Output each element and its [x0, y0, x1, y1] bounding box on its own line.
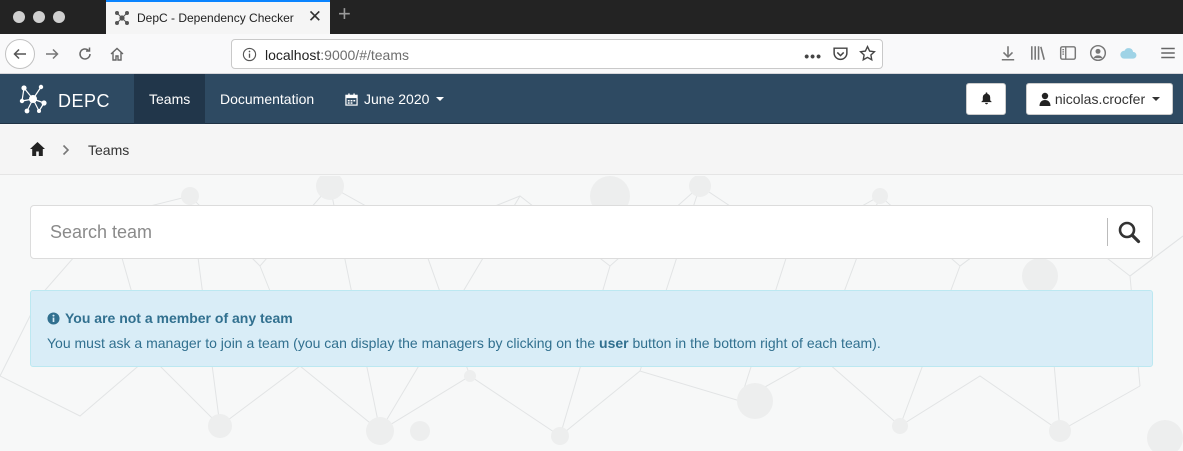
- breadcrumb: Teams: [0, 125, 1183, 175]
- main-content: You are not a member of any team You mus…: [0, 176, 1183, 451]
- browser-tab-strip: DepC - Dependency Checker ✕ +: [0, 0, 1183, 34]
- depc-logo-icon: [18, 83, 48, 120]
- nav-item-label: Documentation: [220, 91, 315, 107]
- window-minimize-dot[interactable]: [33, 11, 45, 23]
- alert-body-bold: user: [599, 335, 629, 351]
- date-label: June 2020: [364, 91, 430, 107]
- brand-name: DEPC: [58, 91, 111, 111]
- download-icon[interactable]: [999, 44, 1017, 67]
- close-icon[interactable]: ✕: [308, 8, 322, 25]
- home-icon[interactable]: [29, 141, 46, 162]
- home-icon[interactable]: [103, 40, 131, 68]
- alert-title-text: You are not a member of any team: [65, 310, 293, 326]
- search-divider: [1107, 218, 1108, 246]
- tab-title: DepC - Dependency Checker: [137, 11, 294, 25]
- chevron-down-icon: [436, 97, 445, 101]
- user-icon: [1039, 92, 1051, 106]
- url-actions: •••: [804, 44, 876, 67]
- sidebar-icon[interactable]: [1059, 44, 1077, 67]
- date-dropdown[interactable]: June 2020: [330, 74, 459, 124]
- browser-right-tools: [999, 44, 1177, 67]
- window-zoom-dot[interactable]: [53, 11, 65, 23]
- calendar-icon: [345, 92, 358, 106]
- app-navbar: DEPC Teams Documentation June 2020 nicol…: [0, 74, 1183, 124]
- plus-icon[interactable]: +: [338, 3, 351, 25]
- pocket-icon[interactable]: [832, 45, 849, 67]
- user-name: nicolas.crocfer: [1054, 91, 1146, 107]
- star-icon[interactable]: [859, 44, 876, 67]
- menu-icon[interactable]: [1159, 44, 1177, 67]
- alert-body-text: You must ask a manager to join a team (y…: [47, 335, 600, 351]
- nav-item-teams[interactable]: Teams: [134, 74, 205, 124]
- nav-item-documentation[interactable]: Documentation: [205, 74, 329, 124]
- info-circle-icon: [47, 311, 65, 325]
- user-menu-button[interactable]: nicolas.crocfer: [1026, 83, 1173, 115]
- url-host: localhost: [265, 47, 321, 63]
- window-close-dot[interactable]: [13, 11, 25, 23]
- depc-favicon-icon: [114, 10, 130, 31]
- more-icon[interactable]: •••: [804, 48, 822, 64]
- search-input[interactable]: [31, 206, 1107, 258]
- info-alert: You are not a member of any team You mus…: [30, 290, 1153, 367]
- notifications-button[interactable]: [966, 83, 1006, 115]
- browser-tab[interactable]: DepC - Dependency Checker ✕: [106, 0, 330, 34]
- library-icon[interactable]: [1029, 44, 1047, 67]
- team-search: [30, 205, 1153, 259]
- info-icon[interactable]: [242, 47, 257, 67]
- chevron-down-icon: [1152, 97, 1161, 101]
- alert-title: You are not a member of any team: [47, 310, 293, 326]
- brand-link[interactable]: DEPC: [18, 83, 110, 120]
- search-icon[interactable]: [1117, 220, 1143, 246]
- url-bar[interactable]: localhost:9000/#/teams •••: [231, 39, 883, 69]
- cloud-icon[interactable]: [1119, 44, 1137, 67]
- url-path: :9000/#/teams: [320, 47, 409, 63]
- browser-toolbar: localhost:9000/#/teams •••: [0, 34, 1183, 74]
- bell-icon: [980, 91, 993, 108]
- chevron-right-icon: [62, 143, 70, 161]
- url-text[interactable]: localhost:9000/#/teams: [265, 47, 409, 63]
- back-arrow-icon[interactable]: [5, 39, 35, 69]
- alert-body: You must ask a manager to join a team (y…: [47, 335, 881, 351]
- nav-item-label: Teams: [149, 91, 191, 107]
- forward-arrow-icon[interactable]: [38, 40, 66, 68]
- alert-body-text-end: button in the bottom right of each team)…: [628, 335, 881, 351]
- account-icon[interactable]: [1089, 44, 1107, 67]
- reload-icon[interactable]: [71, 40, 99, 68]
- breadcrumb-current: Teams: [88, 142, 130, 158]
